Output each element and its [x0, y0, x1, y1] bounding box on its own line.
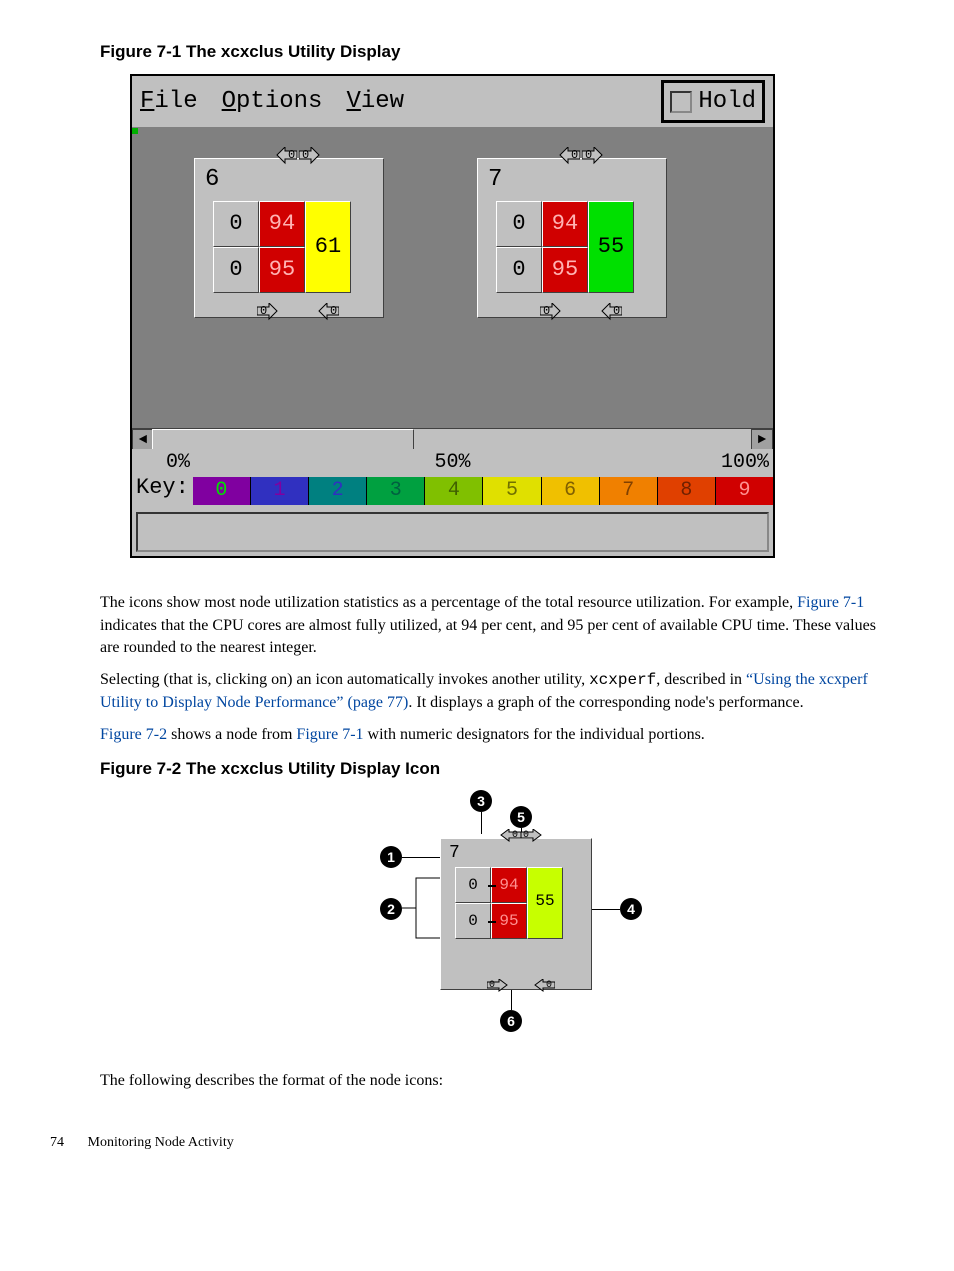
key-cell-9: 9 [716, 477, 773, 505]
fig2-mem: 55 [527, 867, 563, 939]
status-bar [136, 512, 769, 552]
key-cell-2: 2 [309, 477, 367, 505]
fig2-net-out: 0 0 [487, 979, 555, 999]
figure-7-1-caption: Figure 7-1 The xcxclus Utility Display [100, 40, 884, 64]
key-cell-0: 0 [193, 477, 251, 505]
key-cell-5: 5 [483, 477, 541, 505]
callout-4: 4 [620, 898, 642, 920]
svg-text:0: 0 [585, 148, 592, 162]
node-6-net-in: 0 0 [257, 147, 339, 173]
node-6[interactable]: 6 0 0 0 0 94 95 61 [194, 158, 384, 318]
svg-text:0: 0 [523, 830, 529, 841]
node-6-cpu-1: 95 [259, 247, 305, 293]
ruler-50: 50% [434, 449, 470, 477]
page-footer: 74 Monitoring Node Activity [50, 1133, 884, 1153]
node-7-net-in: 0 0 [540, 147, 622, 173]
code-xcxperf: xcxperf [589, 671, 656, 689]
key-label: Key: [136, 473, 189, 508]
page-number: 74 [50, 1135, 64, 1150]
figure-7-2: 1 2 3 5 4 6 7 0 0 0 0 94 [340, 790, 660, 1050]
svg-text:0: 0 [330, 304, 337, 318]
figure-7-2-caption: Figure 7-2 The xcxclus Utility Display I… [100, 757, 884, 781]
node-6-sys-0: 0 [213, 201, 259, 247]
node-6-cpu-0: 94 [259, 201, 305, 247]
svg-text:0: 0 [571, 148, 578, 162]
node-7-sys-0: 0 [496, 201, 542, 247]
svg-text:0: 0 [512, 830, 518, 841]
callout-3-line [481, 812, 482, 834]
node-7-mem: 55 [588, 201, 634, 293]
section-title: Monitoring Node Activity [88, 1135, 234, 1150]
menu-file[interactable]: File [140, 85, 198, 119]
ruler-0: 0% [166, 449, 190, 477]
fig2-sys-0: 0 [455, 867, 491, 903]
node-canvas: 6 0 0 0 0 94 95 61 [132, 128, 773, 428]
menubar: File Options View Hold [132, 76, 773, 129]
node-7[interactable]: 7 0 0 0 0 94 95 55 [477, 158, 667, 318]
para-3: Figure 7-2 shows a node from Figure 7-1 … [100, 724, 884, 746]
svg-text:0: 0 [288, 148, 295, 162]
svg-text:0: 0 [489, 980, 495, 991]
node-7-net-out: 0 0 [540, 303, 622, 329]
fig2-sys-1: 0 [455, 903, 491, 939]
svg-text:0: 0 [546, 980, 552, 991]
svg-text:0: 0 [613, 304, 620, 318]
node-7-cpu-1: 95 [542, 247, 588, 293]
link-figure-7-1-b[interactable]: Figure 7-1 [296, 726, 363, 743]
para-4: The following describes the format of th… [100, 1070, 884, 1092]
link-figure-7-2[interactable]: Figure 7-2 [100, 726, 167, 743]
key-cell-1: 1 [251, 477, 309, 505]
key-cell-7: 7 [600, 477, 658, 505]
node-7-sys-1: 0 [496, 247, 542, 293]
callout-2: 2 [380, 898, 402, 920]
hold-label: Hold [698, 85, 756, 119]
callout-3: 3 [470, 790, 492, 812]
svg-text:0: 0 [543, 304, 550, 318]
fig2-cpu-0: 94 [491, 867, 527, 903]
hold-toggle[interactable]: Hold [661, 80, 765, 124]
marker [132, 128, 138, 134]
link-figure-7-1[interactable]: Figure 7-1 [797, 594, 864, 611]
hold-checkbox[interactable] [670, 91, 692, 113]
scroll-thumb[interactable] [152, 429, 414, 451]
svg-text:0: 0 [260, 304, 267, 318]
para-1: The icons show most node utilization sta… [100, 592, 884, 659]
node-6-net-out: 0 0 [257, 303, 339, 329]
scroll-left-icon[interactable]: ◄ [132, 429, 154, 451]
node-6-mem: 61 [305, 201, 351, 293]
callout-5: 5 [510, 806, 532, 828]
callout-1: 1 [380, 846, 402, 868]
menu-options[interactable]: Options [222, 85, 323, 119]
scroll-right-icon[interactable]: ► [751, 429, 773, 451]
node-7-cpu-0: 94 [542, 201, 588, 247]
node-6-sys-1: 0 [213, 247, 259, 293]
para-2: Selecting (that is, clicking on) an icon… [100, 669, 884, 714]
fig2-node: 7 0 0 0 0 94 95 55 0 0 [440, 838, 592, 990]
color-key: Key: 0123456789 [132, 473, 773, 508]
key-cell-8: 8 [658, 477, 716, 505]
callout-6: 6 [500, 1010, 522, 1032]
fig2-net-in: 0 0 [487, 829, 555, 849]
fig2-cpu-1: 95 [491, 903, 527, 939]
xcxclus-window: File Options View Hold 6 0 0 [130, 74, 775, 558]
ruler-100: 100% [721, 449, 769, 477]
scrollbar-horizontal[interactable]: ◄ ► [132, 428, 773, 449]
menu-view[interactable]: View [346, 85, 404, 119]
key-cell-6: 6 [542, 477, 600, 505]
key-cell-3: 3 [367, 477, 425, 505]
key-cell-4: 4 [425, 477, 483, 505]
svg-text:0: 0 [302, 148, 309, 162]
percent-ruler: 0% 50% 100% [132, 449, 773, 473]
